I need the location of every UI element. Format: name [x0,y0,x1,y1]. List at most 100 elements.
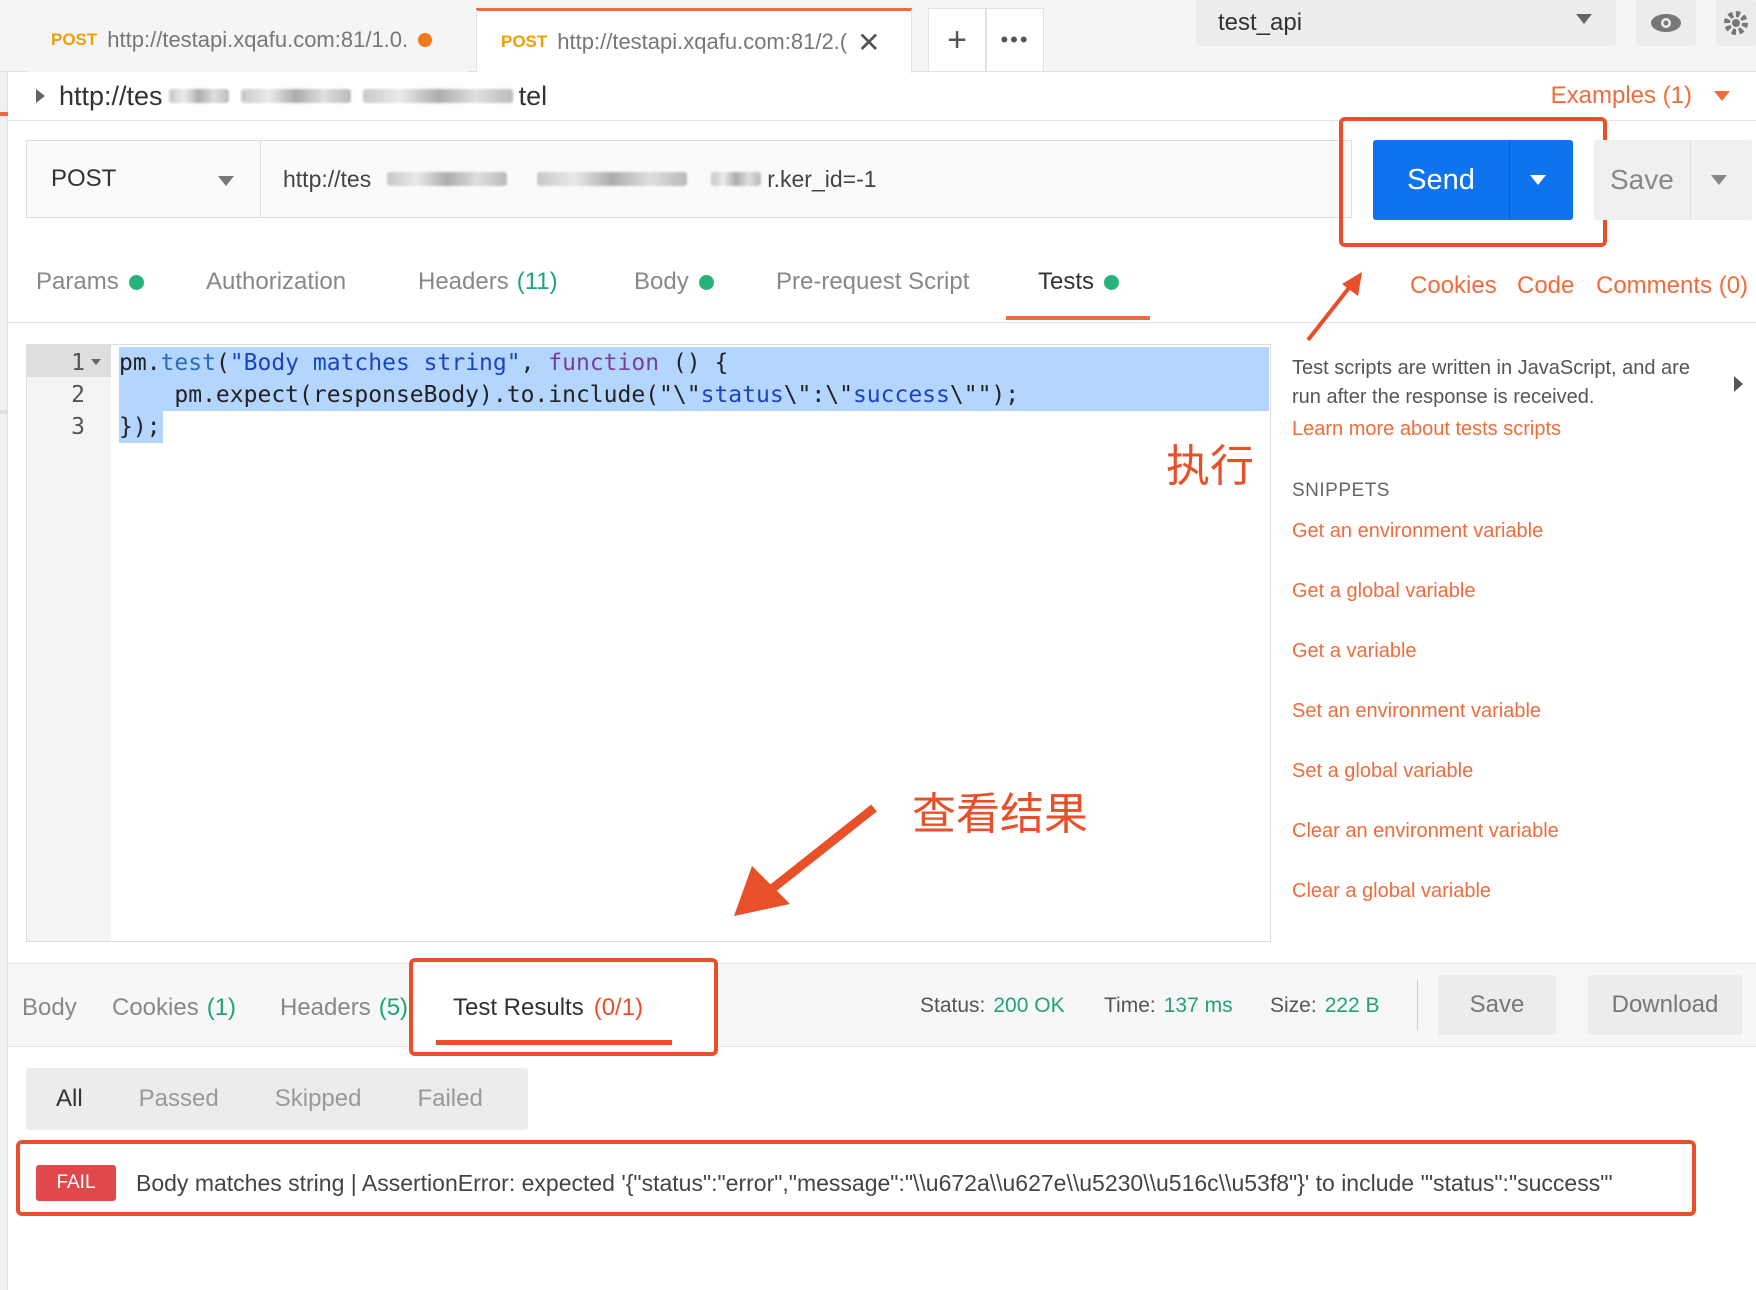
tests-script-editor[interactable]: 1 2 3 pm.test("Body matches string", fun… [26,344,1271,942]
divider [1417,980,1418,1030]
environment-value: test_api [1218,9,1303,36]
tab-label: Test Results [453,994,584,1021]
save-label: Save [1610,164,1674,195]
code-token: function [548,350,660,376]
tab-label: Params [36,268,119,295]
tab-pre-request-script[interactable]: Pre-request Script [776,268,969,296]
code-token: "\" [659,382,701,408]
annotation-execute: 执行 [1166,441,1254,492]
tab-method: POST [51,30,98,49]
unsaved-dot-icon [418,33,433,47]
snippet-link[interactable]: Set an environment variable [1292,700,1541,723]
filter-failed[interactable]: Failed [361,1085,482,1113]
tab-label: Pre-request Script [776,268,970,295]
new-tab-button[interactable]: + [928,8,986,72]
filter-all[interactable]: All [26,1085,83,1113]
url-input[interactable]: http://tes r.ker_id=-1 [260,140,1352,218]
fold-chevron-icon[interactable] [91,359,101,365]
snippet-link[interactable]: Get a global variable [1292,580,1475,603]
status-dot-icon [698,274,714,290]
redacted-text [240,89,351,103]
tab-authorization[interactable]: Authorization [206,268,346,296]
tab-label: Authorization [206,268,347,295]
size-value: 222 B [1324,994,1380,1017]
annotation-arrow-icon [1306,272,1362,342]
divider [1690,140,1691,220]
request-breadcrumb[interactable]: http://tes tel [36,72,547,120]
tab-label: Cookies [112,994,199,1021]
code-token: ( [215,350,230,376]
tab-label: Tests [1038,268,1095,295]
status-value: 200 OK [993,994,1065,1017]
tab-headers[interactable]: Headers (11) [418,268,558,296]
request-tab-1[interactable]: POST http://testapi.xqafu.com:81/1.0. [27,8,467,72]
tab-label: Headers [418,268,509,295]
tests-description: Test scripts are written in JavaScript, … [1292,357,1690,408]
chevron-down-icon [1576,14,1592,24]
code-token: \"" [949,382,992,408]
save-options-chevron-icon[interactable] [1711,175,1727,185]
response-tab-cookies[interactable]: Cookies (1) [112,994,236,1022]
request-tab-2[interactable]: POST http://testapi.xqafu.com:81/2.( ✕ [476,8,912,73]
highlight-box-send [1339,117,1607,247]
tab-params[interactable]: Params [36,268,144,296]
filter-skipped[interactable]: Skipped [219,1085,362,1113]
snippet-link[interactable]: Clear an environment variable [1292,820,1559,843]
snippet-link[interactable]: Set a global variable [1292,760,1473,783]
tab-label: Body [634,268,689,295]
environment-select[interactable]: test_api [1196,0,1616,46]
time-label: Time: [1104,994,1156,1017]
code-token: "Body matches string" [229,350,521,376]
tab-url: http://testapi.xqafu.com:81/2.( [557,29,848,54]
code-token: \":\" [783,382,853,408]
save-response-button[interactable]: Save [1438,975,1556,1035]
environment-settings-button[interactable] [1716,0,1756,46]
sidebar-marker [0,112,8,116]
more-tabs-button[interactable]: ••• [986,8,1044,72]
annotation-arrow-icon [734,804,877,916]
code-token: success [852,382,950,408]
redacted-text [387,172,508,186]
response-tab-test-results-label[interactable]: Test Results (0/1) [453,994,643,1022]
code-line[interactable]: pm.expect(responseBody).to.include("\"st… [119,379,1019,411]
code-token: pm. [119,350,161,376]
cookies-link[interactable]: Cookies [1410,272,1497,300]
snippet-link[interactable]: Clear a global variable [1292,880,1491,903]
tab-body[interactable]: Body [634,268,714,296]
snippet-link[interactable]: Get an environment variable [1292,520,1543,543]
tab-tests[interactable]: Tests [1038,268,1120,296]
url-suffix: r.ker_id=-1 [767,165,877,192]
download-response-button[interactable]: Download [1588,975,1742,1035]
comments-link[interactable]: Comments (0) [1596,272,1748,300]
save-button[interactable]: Save [1594,140,1752,220]
collapse-panel-chevron-icon[interactable] [1734,376,1743,392]
method-select[interactable]: POST [26,140,260,218]
code-line[interactable]: }); [119,411,161,443]
code-line[interactable]: pm.test("Body matches string", function … [119,347,728,379]
divider [8,322,1756,323]
code-token: ); [991,382,1020,408]
response-time: Time: 137 ms [1104,994,1233,1018]
chevron-down-icon [218,176,234,186]
examples-dropdown[interactable]: Examples (1) [1551,72,1730,120]
tab-count: (5) [378,994,409,1021]
code-token: () { [659,350,729,376]
environment-quick-look-button[interactable] [1636,0,1696,46]
status-dot-icon [1104,274,1120,290]
breadcrumb-prefix: http://tes [59,80,163,111]
line-number-gutter: 1 2 3 [27,345,111,941]
learn-more-link[interactable]: Learn more about tests scripts [1292,418,1561,441]
code-link[interactable]: Code [1517,272,1574,300]
code-token: , [520,350,549,376]
response-tab-headers[interactable]: Headers (5) [280,994,408,1022]
sidebar-marker [0,410,8,414]
line-number: 1 [71,350,85,376]
filter-passed[interactable]: Passed [83,1085,219,1113]
caret-right-icon [36,89,45,103]
close-tab-icon[interactable]: ✕ [857,26,880,59]
code-token: pm.expect(responseBody).to.include( [119,382,660,408]
response-tab-body[interactable]: Body [22,994,77,1022]
snippet-link[interactable]: Get a variable [1292,640,1417,663]
gear-icon [1724,11,1748,35]
eye-icon [1651,14,1681,32]
